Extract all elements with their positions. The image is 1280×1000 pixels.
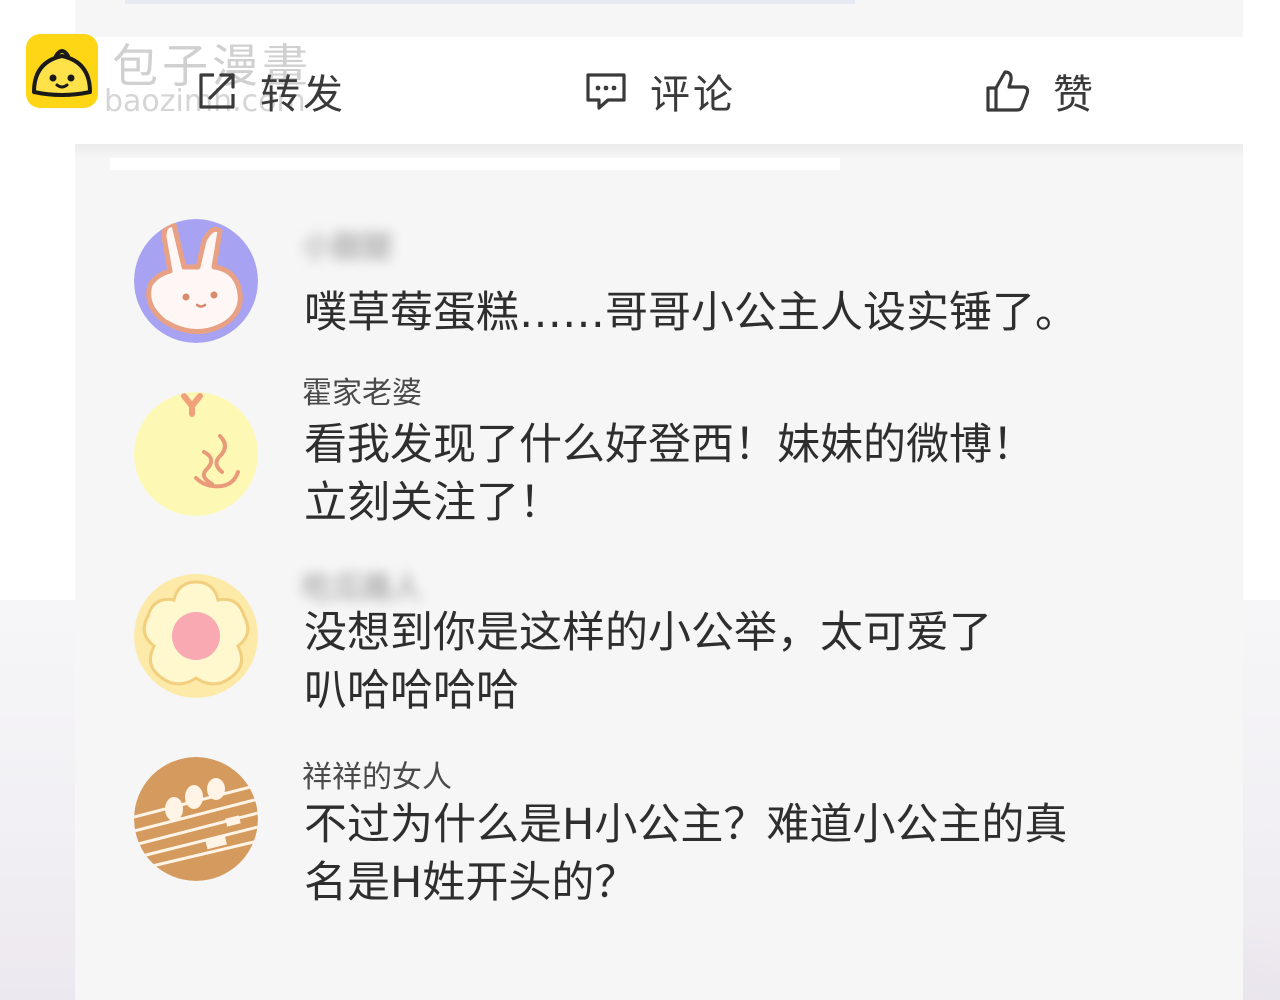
comment-label: 评论 xyxy=(650,71,736,118)
comment-username[interactable]: 霍家老婆 xyxy=(302,368,422,412)
image-bottom-edge xyxy=(125,0,855,4)
flower-avatar[interactable] xyxy=(134,574,258,698)
bunny-avatar[interactable] xyxy=(134,219,258,343)
comment-username[interactable]: 祥祥的女人 xyxy=(302,752,452,796)
comment-username[interactable]: 吃瓜路人 xyxy=(302,563,422,607)
like-button[interactable]: 赞 xyxy=(985,37,1096,144)
music-score-avatar[interactable] xyxy=(134,757,258,881)
comment-text-line: 噗草莓蛋糕……哥哥小公主人设实锤了。 xyxy=(304,288,1078,338)
thumbs-up-icon xyxy=(985,68,1031,114)
comment-text-line: 没想到你是这样的小公举，太可爱了 xyxy=(304,608,992,658)
baozi-logo xyxy=(26,34,98,108)
yellow-doodle-avatar[interactable] xyxy=(134,392,258,516)
repost-button[interactable]: 转发 xyxy=(196,37,346,144)
comment-button[interactable]: 评论 xyxy=(584,37,736,144)
comment-text-line: 看我发现了什么好登西！妹妹的微博！ xyxy=(304,420,1035,470)
like-label: 赞 xyxy=(1053,71,1096,118)
comment-text-line: 名是H姓开头的？ xyxy=(304,858,638,908)
comment-text-line: 立刻关注了！ xyxy=(304,478,562,528)
comments-top-edge xyxy=(110,158,840,170)
comment-username[interactable]: 小甜甜 xyxy=(302,222,392,266)
comment-icon xyxy=(584,70,628,112)
comment-text-line: 叭哈哈哈哈 xyxy=(304,666,519,716)
repost-label: 转发 xyxy=(260,71,346,118)
comment-text-line: 不过为什么是H小公主？难道小公主的真 xyxy=(304,800,1068,850)
share-icon xyxy=(196,70,238,112)
actions-divider xyxy=(75,144,1243,158)
